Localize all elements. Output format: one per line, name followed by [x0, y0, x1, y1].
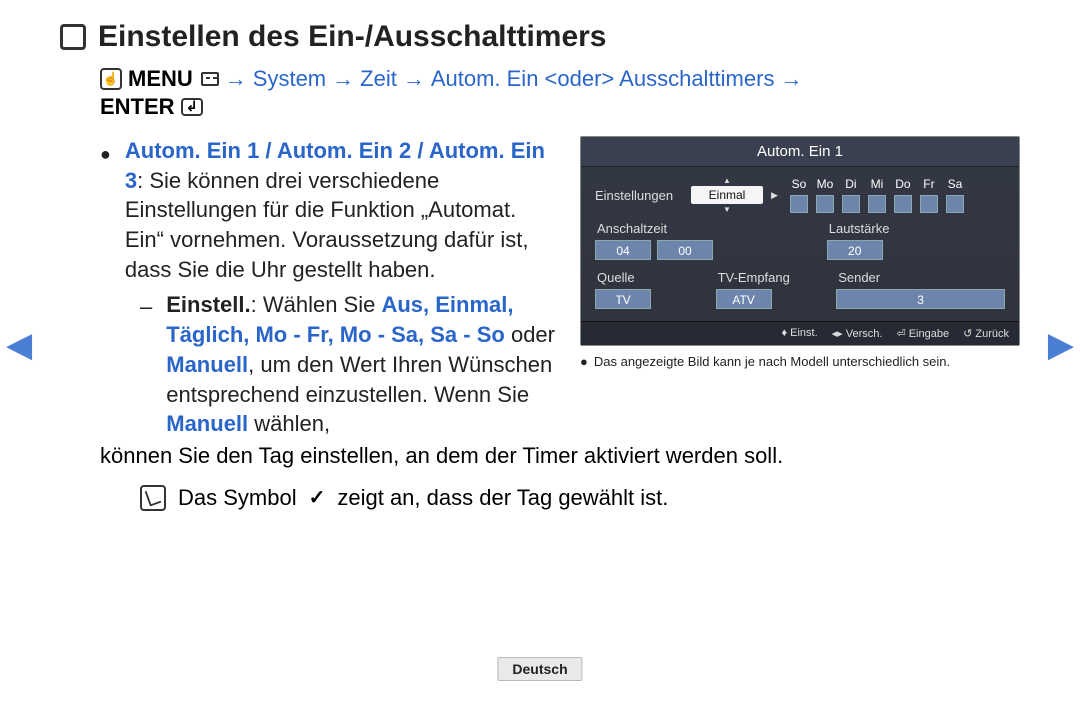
arrow-icon: → — [780, 66, 802, 92]
einstellungen-label: Einstellungen — [595, 188, 685, 203]
day-box-do[interactable] — [894, 195, 912, 213]
footer-einst: ♦ Einst. — [781, 327, 817, 340]
footer-eingabe: ⏎ Eingabe — [896, 327, 949, 340]
quelle-value[interactable]: TV — [595, 289, 651, 309]
quelle-label: Quelle — [595, 270, 716, 285]
volume-value[interactable]: 20 — [827, 240, 883, 260]
sender-label: Sender — [836, 270, 1005, 285]
day-box-sa[interactable] — [946, 195, 964, 213]
sender-value[interactable]: 3 — [836, 289, 1005, 309]
paragraph-main: Autom. Ein 1 / Autom. Ein 2 / Autom. Ein… — [125, 136, 560, 284]
einstell-label: Einstell. — [166, 292, 250, 317]
day-box-so[interactable] — [790, 195, 808, 213]
note-icon — [140, 485, 166, 511]
day-box-mo[interactable] — [816, 195, 834, 213]
option-manuell: Manuell — [166, 352, 248, 377]
path-system: System — [253, 66, 326, 92]
panel-caption: ●Das angezeigte Bild kann je nach Modell… — [580, 354, 1020, 371]
day-fr: Fr — [923, 177, 934, 191]
panel-footer: ♦ Einst. ◂▸ Versch. ⏎ Eingabe ↺ Zurück — [581, 321, 1019, 345]
note-text-2: zeigt an, dass der Tag gewählt ist. — [337, 485, 668, 511]
arrow-icon: → — [403, 66, 425, 92]
path-zeit: Zeit — [360, 66, 397, 92]
enter-label: ENTER — [100, 94, 175, 120]
day-selector-row: So Mo Di Mi Do Fr Sa — [790, 177, 964, 213]
hand-icon: ☝ — [100, 68, 122, 90]
tvempfang-value[interactable]: ATV — [716, 289, 772, 309]
day-do: Do — [895, 177, 910, 191]
timer-desc: : Sie können drei verschiedene Einstellu… — [125, 168, 529, 282]
language-badge: Deutsch — [497, 657, 582, 681]
arrow-icon: → — [332, 66, 354, 92]
einmal-selector[interactable]: Einmal — [691, 186, 763, 204]
panel-title: Autom. Ein 1 — [581, 137, 1019, 167]
bullet-icon: ● — [100, 136, 111, 284]
day-box-di[interactable] — [842, 195, 860, 213]
anschaltzeit-label: Anschaltzeit — [595, 221, 827, 236]
arrow-icon: → — [225, 66, 247, 92]
hour-value[interactable]: 04 — [595, 240, 651, 260]
note-text-1: Das Symbol — [178, 485, 297, 511]
day-box-mi[interactable] — [868, 195, 886, 213]
day-mo: Mo — [817, 177, 834, 191]
page-title: Einstellen des Ein-/Ausschalttimers — [98, 20, 607, 54]
day-sa: Sa — [948, 177, 963, 191]
day-box-fr[interactable] — [920, 195, 938, 213]
footer-zuruck: ↺ Zurück — [963, 327, 1009, 340]
path-autom: Autom. Ein <oder> Ausschalttimers — [431, 66, 775, 92]
day-so: So — [792, 177, 807, 191]
menu-icon — [201, 72, 219, 86]
enter-icon — [181, 98, 203, 116]
check-icon: ✓ — [309, 485, 326, 510]
paragraph-sub: Einstell.: Wählen Sie Aus, Einmal, Tägli… — [166, 290, 560, 438]
chevron-right-icon[interactable]: ▶ — [771, 190, 778, 201]
nav-prev-icon[interactable]: ◀ — [6, 325, 32, 365]
lautstarke-label: Lautstärke — [827, 221, 1005, 236]
chevron-down-icon[interactable]: ▼ — [723, 205, 731, 214]
footer-versch: ◂▸ Versch. — [832, 327, 883, 340]
section-icon — [60, 24, 86, 50]
day-di: Di — [845, 177, 856, 191]
nav-next-icon[interactable]: ▶ — [1048, 325, 1074, 365]
minute-value[interactable]: 00 — [657, 240, 713, 260]
menu-path: ☝ MENU → System → Zeit → Autom. Ein <ode… — [100, 66, 1020, 92]
menu-label: MENU — [128, 66, 193, 92]
dash-icon: – — [140, 290, 152, 438]
paragraph-continue: können Sie den Tag einstellen, an dem de… — [100, 441, 1020, 471]
option-manuell-2: Manuell — [166, 411, 248, 436]
day-mi: Mi — [871, 177, 884, 191]
tvempfang-label: TV-Empfang — [716, 270, 837, 285]
tv-settings-panel: Autom. Ein 1 Einstellungen ▲ Einmal ▼ ▶ … — [580, 136, 1020, 346]
chevron-up-icon[interactable]: ▲ — [723, 176, 731, 185]
